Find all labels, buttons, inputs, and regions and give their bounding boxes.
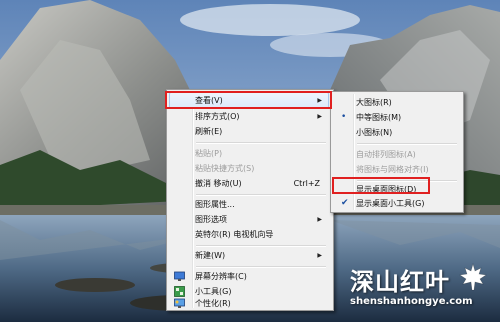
menu-item-screen-resolution[interactable]: 屏幕分辨率(C) bbox=[170, 269, 328, 284]
menu-item-undo-move[interactable]: 撤消 移动(U) Ctrl+Z bbox=[170, 176, 328, 191]
desktop-context-menu: 查看(V) ▶ 排序方式(O) ▶ 刷新(E) 粘贴(P) 粘贴快捷方式(S) … bbox=[166, 89, 334, 311]
menu-item-graphics-options[interactable]: 图形选项 ▶ bbox=[170, 212, 328, 227]
checkmark-icon: ✔ bbox=[341, 198, 349, 208]
submenu-arrow-icon: ▶ bbox=[317, 252, 322, 259]
submenu-arrow-icon: ▶ bbox=[317, 113, 322, 120]
submenu-item-auto-arrange[interactable]: 自动排列图标(A) bbox=[334, 147, 460, 162]
menu-separator bbox=[196, 245, 326, 247]
personalize-icon bbox=[174, 298, 185, 308]
submenu-item-show-desktop-gadgets[interactable]: ✔ 显示桌面小工具(G) bbox=[334, 196, 460, 211]
display-resolution-icon bbox=[174, 271, 185, 281]
shortcut-text: Ctrl+Z bbox=[293, 179, 320, 188]
menu-separator bbox=[196, 142, 326, 144]
submenu-arrow-icon: ▶ bbox=[317, 97, 322, 104]
menu-item-paste[interactable]: 粘贴(P) bbox=[170, 146, 328, 161]
submenu-item-small-icons[interactable]: 小图标(N) bbox=[334, 125, 460, 140]
menu-item-paste-shortcut[interactable]: 粘贴快捷方式(S) bbox=[170, 161, 328, 176]
menu-item-new[interactable]: 新建(W) ▶ bbox=[170, 248, 328, 263]
menu-item-view[interactable]: 查看(V) ▶ bbox=[169, 92, 329, 109]
menu-item-sort-by[interactable]: 排序方式(O) ▶ bbox=[170, 109, 328, 124]
menu-item-intel-tv-wizard[interactable]: 英特尔(R) 电视机向导 bbox=[170, 227, 328, 242]
submenu-arrow-icon: ▶ bbox=[317, 216, 322, 223]
watermark-logo: 深山红叶 bbox=[350, 268, 450, 296]
view-submenu: 大图标(R) • 中等图标(M) 小图标(N) 自动排列图标(A) 将图标与网格… bbox=[330, 91, 464, 213]
menu-separator bbox=[196, 266, 326, 268]
menu-separator bbox=[357, 143, 457, 145]
menu-item-personalize[interactable]: 个性化(R) bbox=[170, 296, 328, 311]
menu-item-refresh[interactable]: 刷新(E) bbox=[170, 124, 328, 139]
submenu-item-align-to-grid[interactable]: 将图标与网格对齐(I) bbox=[334, 162, 460, 177]
submenu-item-show-desktop-icons[interactable]: 显示桌面图标(D) bbox=[334, 182, 460, 197]
submenu-item-large-icons[interactable]: 大图标(R) bbox=[334, 95, 460, 110]
watermark-url: shenshanhongye.com bbox=[350, 296, 473, 307]
radio-selected-icon: • bbox=[341, 112, 347, 122]
submenu-item-medium-icons[interactable]: • 中等图标(M) bbox=[334, 110, 460, 125]
menu-separator bbox=[196, 194, 326, 196]
maple-leaf-icon bbox=[459, 262, 487, 291]
menu-item-graphics-properties[interactable]: 图形属性... bbox=[170, 197, 328, 212]
